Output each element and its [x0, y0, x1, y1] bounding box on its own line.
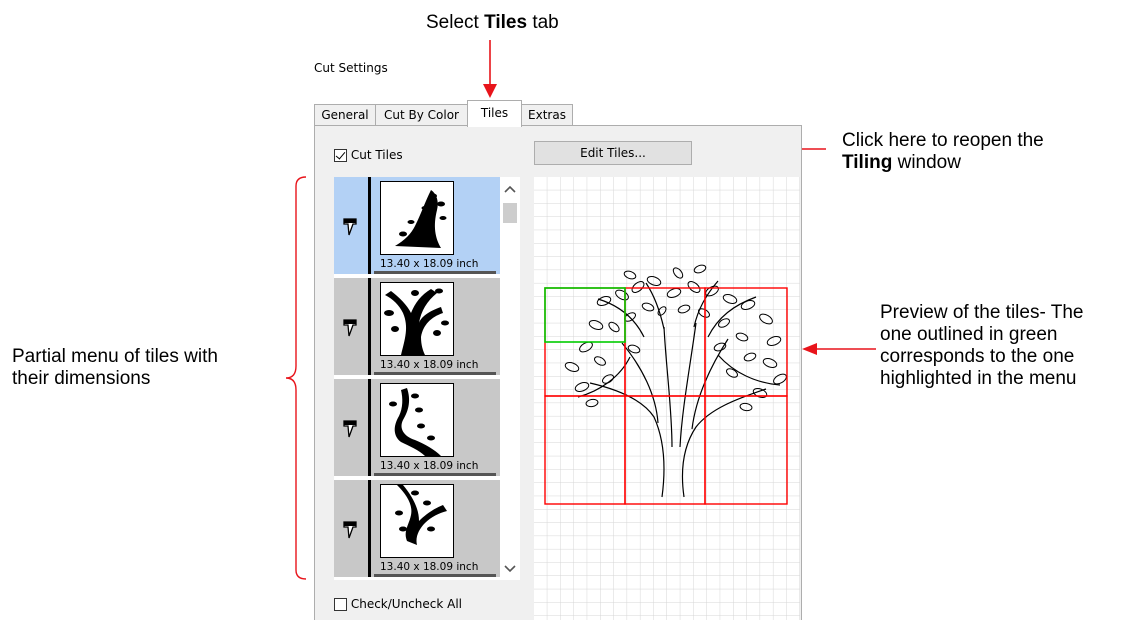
- tile-thumbnail: [380, 383, 454, 457]
- check-all-label: Check/Uncheck All: [350, 597, 462, 611]
- edit-tiles-button[interactable]: Edit Tiles...: [534, 141, 692, 165]
- tab-strip: General Cut By Color Tiles Extras: [314, 100, 802, 127]
- row-divider: [368, 480, 371, 577]
- row-divider: [368, 379, 371, 476]
- row-separator: [374, 372, 496, 375]
- tile-thumbnail: [380, 484, 454, 558]
- chevron-down-icon[interactable]: [504, 565, 516, 573]
- tile-dimensions: 13.40 x 18.09 inch: [380, 258, 479, 270]
- edit-callout: Click here to reopen the Tiling window: [842, 130, 1044, 173]
- check-all-checkbox[interactable]: Check/Uncheck All: [334, 597, 462, 611]
- tile-list[interactable]: 13.40 x 18.09 inch 13.40 x 18.09 inch 13…: [334, 177, 520, 580]
- checkbox-checked-icon[interactable]: [334, 149, 347, 162]
- tile-thumbnail: [380, 181, 454, 255]
- tile-dimensions: 13.40 x 18.09 inch: [380, 561, 479, 573]
- blade-icon[interactable]: [343, 419, 357, 439]
- preview-canvas: [534, 177, 800, 620]
- menu-callout: Partial menu of tiles with their dimensi…: [12, 346, 218, 389]
- cut-tiles-checkbox[interactable]: Cut Tiles: [334, 148, 403, 162]
- cut-tiles-label: Cut Tiles: [350, 148, 403, 162]
- chevron-up-icon[interactable]: [504, 185, 516, 193]
- tile-thumbnail: [380, 282, 454, 356]
- tile-preview: [534, 177, 800, 620]
- tab-callout: Select Tiles tab: [426, 12, 559, 33]
- row-divider: [368, 177, 371, 274]
- blade-icon[interactable]: [343, 217, 357, 237]
- tile-row-1[interactable]: 13.40 x 18.09 inch: [334, 177, 500, 274]
- tab-general[interactable]: General: [314, 104, 376, 125]
- blade-icon[interactable]: [343, 520, 357, 540]
- preview-callout: Preview of the tiles- The one outlined i…: [880, 302, 1084, 389]
- tile-list-scrollbar[interactable]: [500, 177, 520, 580]
- tab-tiles[interactable]: Tiles: [467, 100, 522, 127]
- tab-callout-arrow: [483, 40, 497, 98]
- tile-dimensions: 13.40 x 18.09 inch: [380, 359, 479, 371]
- row-separator: [374, 574, 496, 577]
- row-separator: [374, 473, 496, 476]
- dialog-title: Cut Settings: [314, 61, 388, 75]
- tile-row-2[interactable]: 13.40 x 18.09 inch: [334, 278, 500, 375]
- preview-callout-arrow: [802, 343, 876, 355]
- tile-dimensions: 13.40 x 18.09 inch: [380, 460, 479, 472]
- tab-extras[interactable]: Extras: [521, 104, 573, 125]
- row-separator: [374, 271, 496, 274]
- tab-cut-by-color[interactable]: Cut By Color: [375, 104, 468, 125]
- blade-icon[interactable]: [343, 318, 357, 338]
- tile-row-3[interactable]: 13.40 x 18.09 inch: [334, 379, 500, 476]
- row-divider: [368, 278, 371, 375]
- tile-row-4[interactable]: 13.40 x 18.09 inch: [334, 480, 500, 577]
- scroll-thumb[interactable]: [503, 203, 517, 223]
- menu-brace: [285, 176, 307, 580]
- checkbox-unchecked-icon[interactable]: [334, 598, 347, 611]
